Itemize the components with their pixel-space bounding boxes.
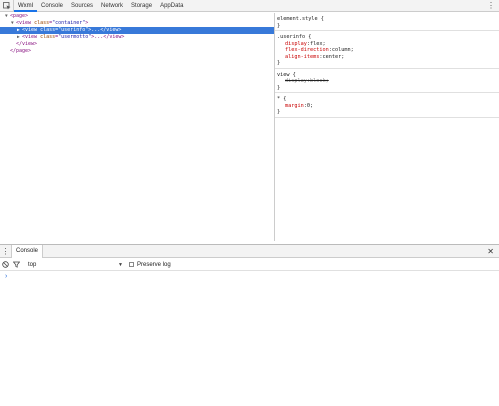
rule-close-brace: }	[277, 60, 281, 66]
close-drawer-button[interactable]: ✕	[487, 245, 494, 258]
attribute-name: class	[34, 20, 50, 26]
property-value: center;	[322, 53, 345, 60]
context-value: top	[28, 261, 37, 268]
property-name: align-items	[285, 53, 320, 60]
close-icon: ✕	[487, 247, 494, 256]
panel-tabs: Wxml Console Sources Network Storage AppData	[14, 0, 187, 12]
tag-close: >	[85, 20, 89, 26]
tag-close: >...</view>	[91, 34, 125, 40]
inspect-element-icon	[2, 1, 10, 9]
attribute-value: "usermotto"	[58, 34, 92, 40]
tab-network[interactable]: Network	[97, 0, 127, 12]
tag-open: <view	[16, 20, 35, 26]
clear-console-icon	[2, 261, 9, 268]
tag-open: <view	[22, 27, 41, 33]
attribute-name: class	[40, 34, 56, 40]
tree-node[interactable]: ▼ <view class="container">	[0, 20, 274, 27]
tab-storage[interactable]: Storage	[127, 0, 156, 12]
drawer-header: ⋮ Console ✕	[0, 244, 499, 258]
property-name: display	[285, 78, 307, 84]
css-rule: * {margin:0;}	[275, 93, 499, 118]
console-toolbar: top ▼ Preserve log	[0, 259, 499, 271]
tab-console[interactable]: Console	[37, 0, 67, 12]
vertical-dots-icon: ⋮	[1, 246, 10, 256]
rule-close-brace: }	[277, 84, 281, 91]
drawer-menu-button[interactable]: ⋮	[0, 244, 12, 258]
drawer-tab-console[interactable]: Console	[12, 244, 44, 258]
tree-node[interactable]: ▶ <view class="userinfo">...</view>	[0, 27, 274, 34]
tag-text: </page>	[10, 48, 32, 54]
tag-text: <page>	[10, 13, 29, 19]
tree-node[interactable]: ▶ <view class="usermotto">...</view>	[0, 34, 274, 41]
property-name: margin	[285, 102, 304, 109]
tree-node[interactable]: </view>	[0, 41, 274, 48]
preserve-log-checkbox[interactable]	[129, 262, 134, 267]
tree-node[interactable]: </page>	[0, 48, 274, 55]
tag-open: <view	[22, 34, 41, 40]
console-input[interactable]: ›	[5, 273, 7, 280]
preserve-log-label: Preserve log	[137, 261, 171, 268]
rule-close-brace: }	[277, 22, 281, 29]
clear-console-button[interactable]	[0, 259, 11, 271]
tag-close: >...</view>	[88, 27, 122, 33]
styles-panel: element.style {} .userinfo {display:flex;…	[275, 13, 499, 241]
vertical-dots-icon: ⋮	[487, 1, 495, 10]
devtools-toolbar: Wxml Console Sources Network Storage AppData …	[0, 0, 499, 12]
property-value: column;	[331, 47, 354, 53]
tab-sources[interactable]: Sources	[67, 0, 97, 12]
property-name: display	[285, 40, 307, 47]
css-rule: view {display:block;}	[275, 69, 499, 93]
css-rule: element.style {}	[275, 13, 499, 31]
inspect-element-button[interactable]	[0, 0, 14, 12]
attribute-value: "userinfo"	[58, 27, 89, 33]
prompt-caret-icon: ›	[5, 273, 8, 280]
property-value: flex;	[310, 40, 326, 47]
property-name: flex-direction	[285, 47, 329, 53]
property-value: block;	[310, 78, 329, 84]
chevron-down-icon: ▼	[118, 261, 123, 268]
tab-appdata[interactable]: AppData	[156, 0, 187, 12]
more-options-button[interactable]: ⋮	[487, 0, 495, 12]
tag-text: </view>	[16, 41, 38, 47]
rule-close-brace: }	[277, 109, 281, 115]
context-selector[interactable]: top ▼	[28, 259, 123, 271]
wxml-tree-panel: ▼ <page> ▼ <view class="container"> ▶ <view c…	[0, 13, 274, 241]
tab-wxml[interactable]: Wxml	[14, 0, 37, 12]
property-value: 0;	[306, 102, 314, 109]
attribute-name: class	[40, 27, 56, 33]
css-rule: .userinfo {display:flex; flex-direction:c…	[275, 31, 499, 69]
filter-button[interactable]	[11, 259, 22, 271]
filter-icon	[13, 261, 20, 268]
tree-node[interactable]: ▼ <page>	[0, 13, 274, 20]
attribute-value: "container"	[52, 20, 86, 26]
